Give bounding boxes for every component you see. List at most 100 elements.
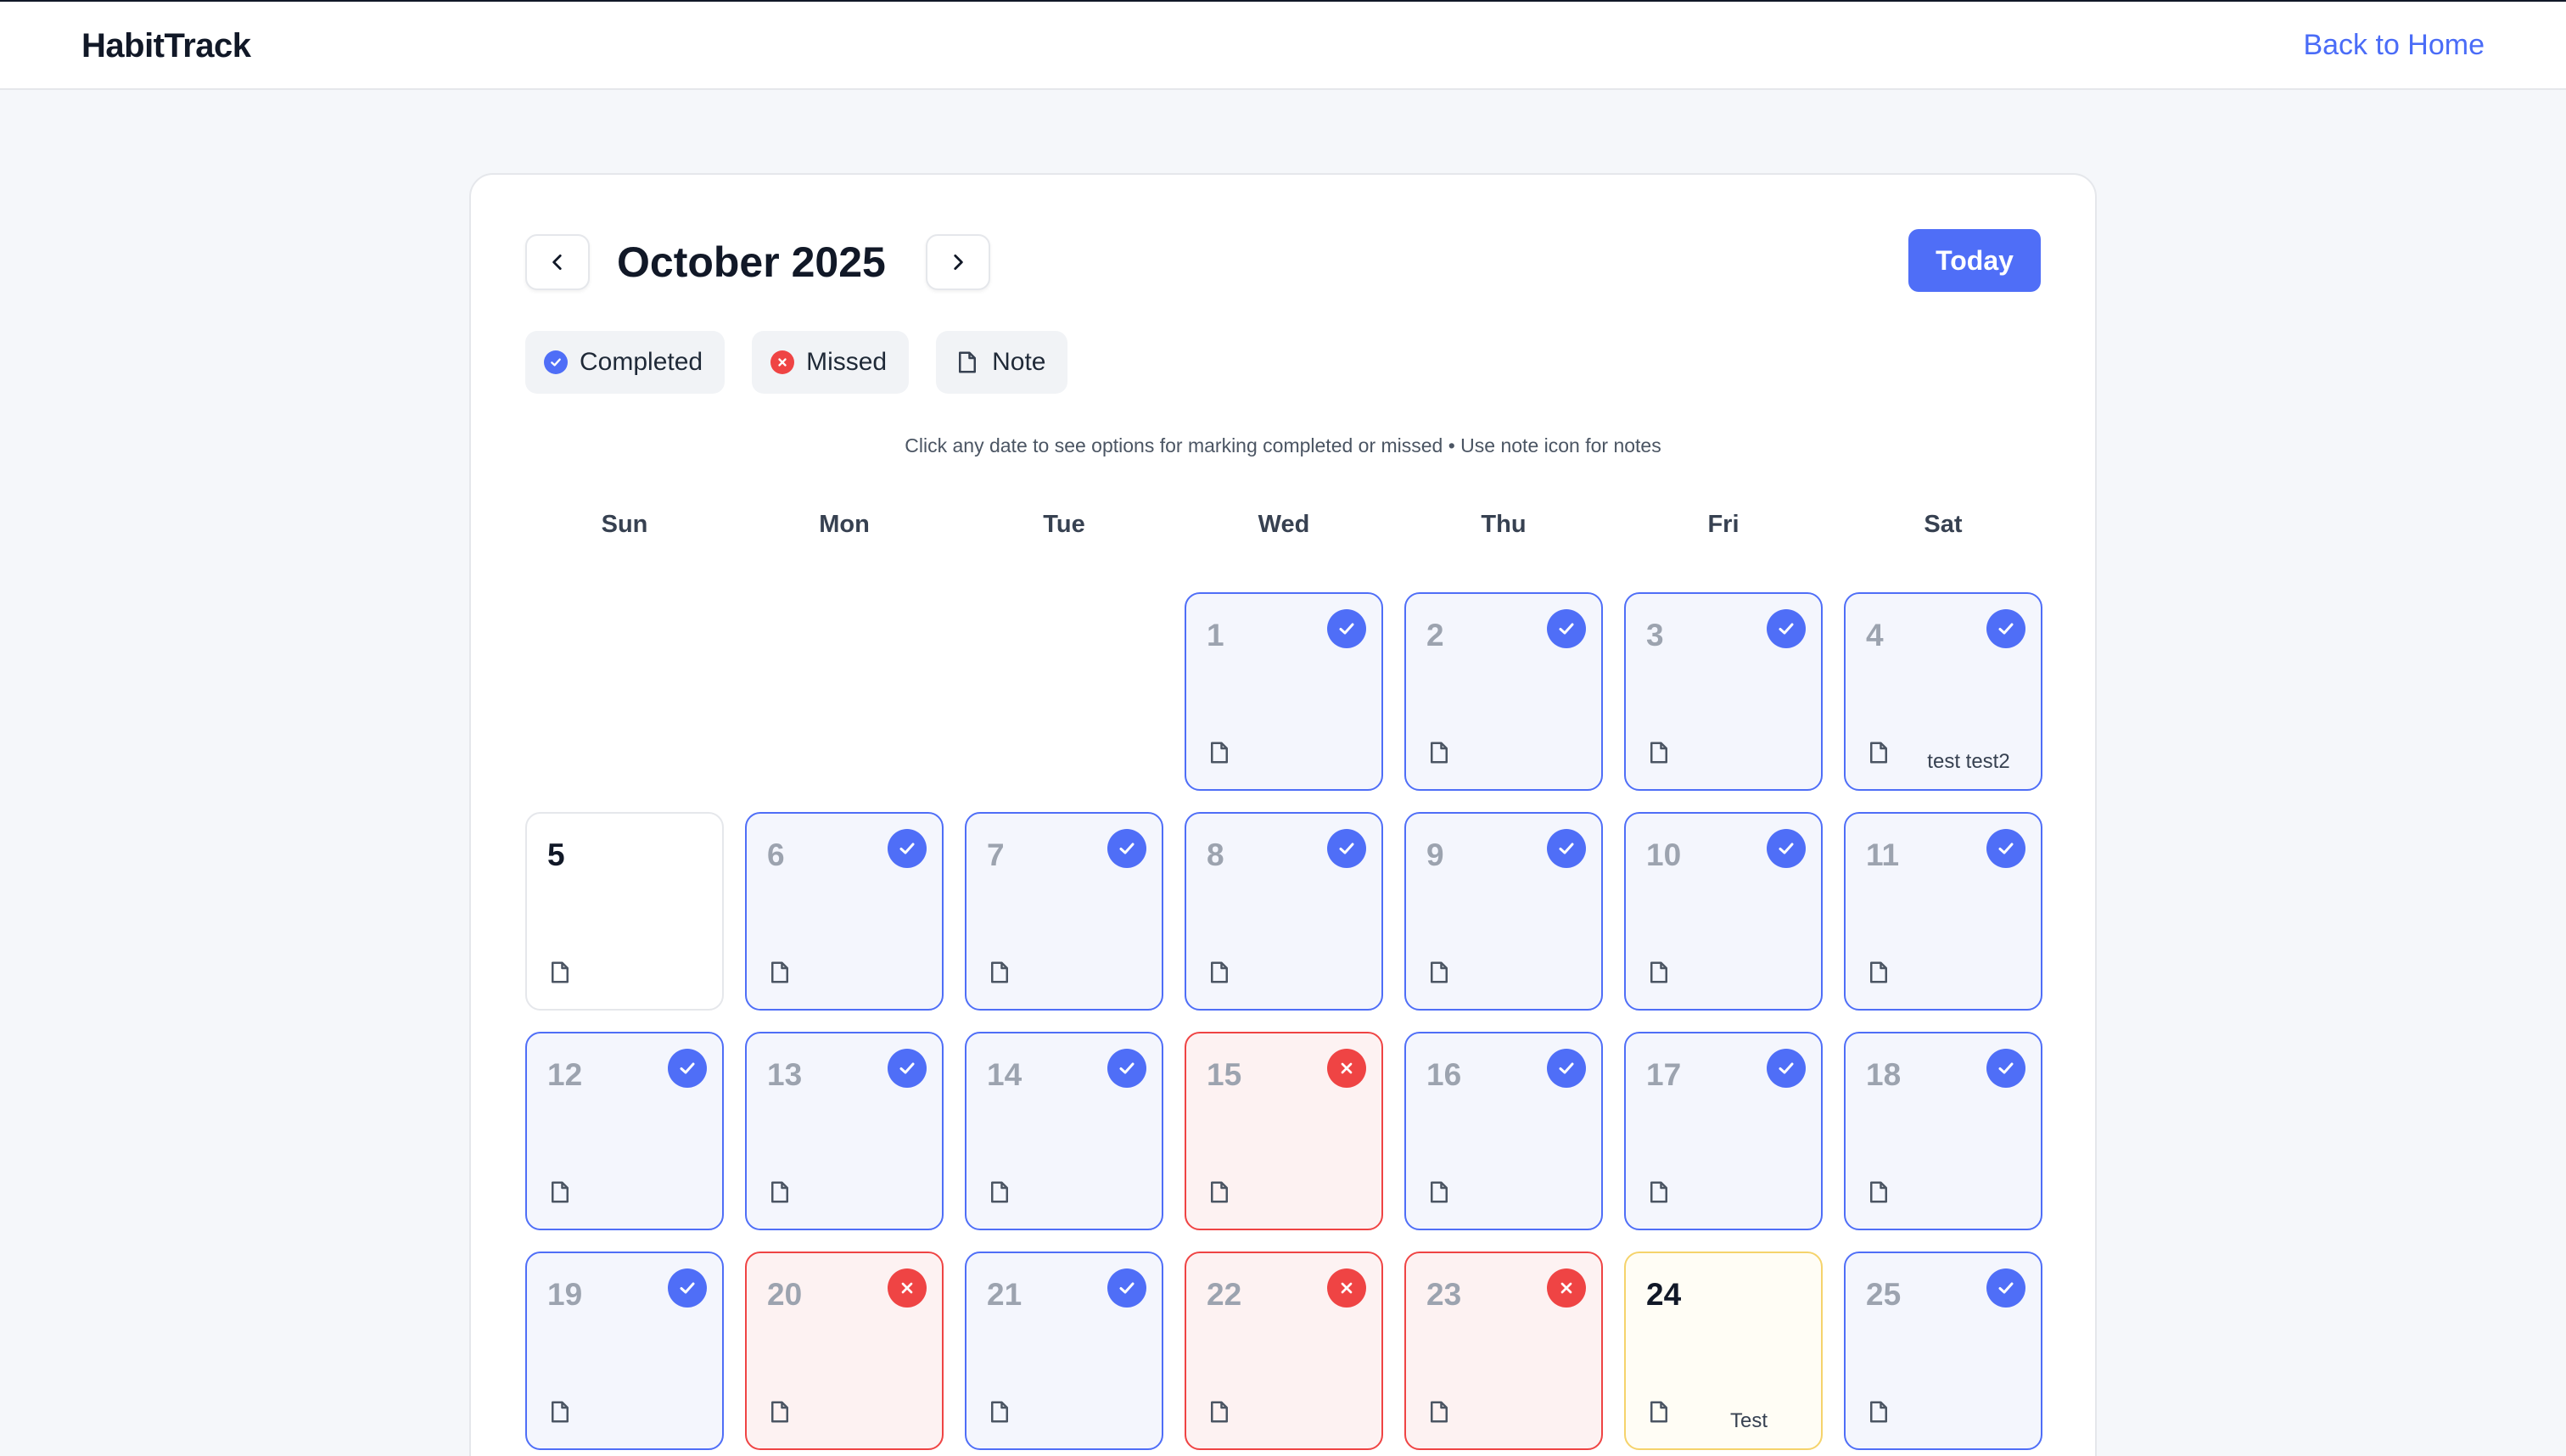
calendar-day-15[interactable]: 15	[1185, 1032, 1383, 1230]
note-icon[interactable]	[546, 1178, 574, 1207]
note-icon[interactable]	[1205, 1397, 1234, 1426]
weekday-label: Tue	[1043, 511, 1085, 538]
calendar-day-1[interactable]: 1	[1185, 592, 1383, 791]
calendar-day-4[interactable]: 4 test test2	[1844, 592, 2042, 791]
day-number: 13	[767, 1057, 803, 1092]
calendar-day-10[interactable]: 10	[1624, 812, 1823, 1011]
day-number: 21	[987, 1277, 1022, 1312]
completed-check-icon	[1986, 1268, 2025, 1308]
calendar-day-9[interactable]: 9	[1404, 812, 1603, 1011]
calendar-day-23[interactable]: 23	[1404, 1252, 1603, 1450]
day-note-text: Test	[1729, 1409, 1768, 1432]
note-icon[interactable]	[1205, 738, 1234, 767]
calendar-day-22[interactable]: 22	[1185, 1252, 1383, 1450]
today-button[interactable]: Today	[1908, 229, 2041, 292]
completed-check-icon	[1107, 1268, 1146, 1308]
calendar-day-21[interactable]: 21	[965, 1252, 1163, 1450]
completed-check-icon	[668, 1268, 707, 1308]
note-icon[interactable]	[1644, 958, 1673, 987]
completed-check-icon	[888, 1049, 927, 1088]
note-icon[interactable]	[546, 1397, 574, 1426]
note-icon[interactable]	[1205, 958, 1234, 987]
note-icon[interactable]	[985, 958, 1014, 987]
back-to-home-link[interactable]: Back to Home	[2303, 29, 2485, 62]
missed-x-icon	[1327, 1049, 1366, 1088]
day-number: 7	[987, 837, 1005, 872]
calendar-day-24[interactable]: 24 Test	[1624, 1252, 1823, 1450]
calendar-day-11[interactable]: 11	[1844, 812, 2042, 1011]
next-month-button[interactable]	[926, 234, 990, 290]
chevron-left-icon	[552, 255, 562, 270]
note-icon[interactable]	[765, 1178, 794, 1207]
day-number: 15	[1207, 1057, 1242, 1092]
day-number: 1	[1207, 618, 1224, 652]
note-icon[interactable]	[1425, 958, 1454, 987]
legend-note-label: Note	[992, 348, 1046, 376]
day-number: 17	[1646, 1057, 1682, 1092]
calendar-day-12[interactable]: 12	[525, 1032, 724, 1230]
note-icon[interactable]	[1864, 958, 1893, 987]
weekday-label: Sun	[601, 511, 648, 538]
note-icon[interactable]	[985, 1397, 1014, 1426]
calendar-day-16[interactable]: 16	[1404, 1032, 1603, 1230]
x-circle-icon	[770, 350, 795, 374]
calendar-day-7[interactable]: 7	[965, 812, 1163, 1011]
weekday-label: Wed	[1258, 511, 1310, 538]
day-number: 4	[1866, 618, 1884, 652]
missed-x-icon	[888, 1268, 927, 1308]
calendar-day-14[interactable]: 14	[965, 1032, 1163, 1230]
calendar-day-19[interactable]: 19	[525, 1252, 724, 1450]
completed-check-icon	[1986, 829, 2025, 868]
note-icon[interactable]	[546, 958, 574, 987]
note-icon[interactable]	[1644, 1397, 1673, 1426]
note-icon[interactable]	[1425, 1397, 1454, 1426]
day-number: 18	[1866, 1057, 1902, 1092]
completed-check-icon	[1547, 609, 1586, 648]
weekday-header-row: Sun Mon Tue Wed Thu Fri Sat	[525, 511, 2044, 545]
note-icon[interactable]	[1205, 1178, 1234, 1207]
note-icon[interactable]	[765, 1397, 794, 1426]
note-icon[interactable]	[1425, 1178, 1454, 1207]
missed-x-icon	[1547, 1268, 1586, 1308]
instruction-hint: Click any date to see options for markin…	[905, 434, 1661, 456]
missed-x-icon	[1327, 1268, 1366, 1308]
calendar-day-20[interactable]: 20	[745, 1252, 944, 1450]
day-number: 24	[1646, 1277, 1682, 1312]
day-number: 22	[1207, 1277, 1242, 1312]
calendar-day-25[interactable]: 25	[1844, 1252, 2042, 1450]
day-number: 2	[1426, 618, 1444, 652]
weekday-label: Fri	[1707, 511, 1740, 538]
note-icon[interactable]	[1864, 738, 1893, 767]
completed-check-icon	[1986, 1049, 2025, 1088]
completed-check-icon	[668, 1049, 707, 1088]
calendar-day-18[interactable]: 18	[1844, 1032, 2042, 1230]
completed-check-icon	[1767, 829, 1806, 868]
legend-note: Note	[936, 331, 1068, 394]
calendar-day-5[interactable]: 5	[525, 812, 724, 1011]
calendar-day-3[interactable]: 3	[1624, 592, 1823, 791]
note-icon[interactable]	[1425, 738, 1454, 767]
completed-check-icon	[1547, 829, 1586, 868]
note-icon[interactable]	[1644, 738, 1673, 767]
completed-check-icon	[1327, 609, 1366, 648]
note-icon[interactable]	[1864, 1397, 1893, 1426]
calendar-day-6[interactable]: 6	[745, 812, 944, 1011]
brand-logo-text[interactable]: HabitTrack	[81, 27, 251, 65]
note-icon[interactable]	[765, 958, 794, 987]
completed-check-icon	[1986, 609, 2025, 648]
calendar-day-17[interactable]: 17	[1624, 1032, 1823, 1230]
note-icon[interactable]	[1864, 1178, 1893, 1207]
note-icon[interactable]	[1644, 1178, 1673, 1207]
top-navigation-bar: HabitTrack Back to Home	[0, 0, 2566, 90]
legend-completed: Completed	[525, 331, 726, 394]
chevron-right-icon	[954, 255, 963, 270]
previous-month-button[interactable]	[525, 234, 590, 290]
calendar-day-2[interactable]: 2	[1404, 592, 1603, 791]
calendar-card: October 2025 Today Completed Missed Note…	[469, 173, 2097, 1456]
check-circle-icon	[544, 350, 568, 374]
note-icon[interactable]	[985, 1178, 1014, 1207]
calendar-day-13[interactable]: 13	[745, 1032, 944, 1230]
month-title: October 2025	[617, 238, 886, 286]
calendar-day-8[interactable]: 8	[1185, 812, 1383, 1011]
day-number: 8	[1207, 837, 1224, 872]
